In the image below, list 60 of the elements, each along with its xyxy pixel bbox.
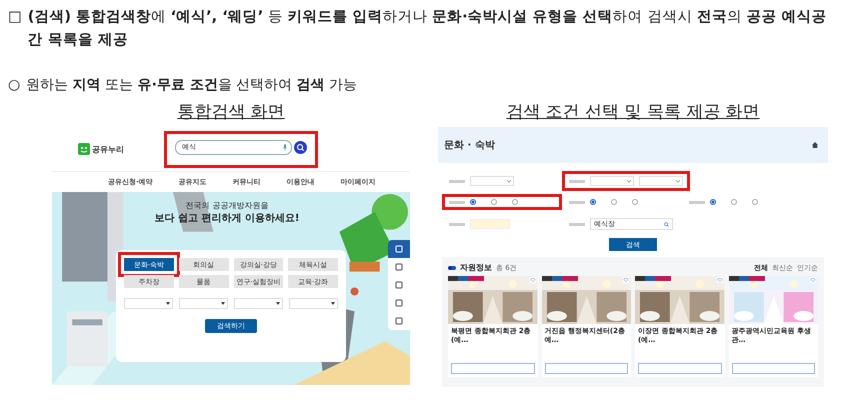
field-label bbox=[569, 200, 585, 204]
menu-icon bbox=[395, 281, 403, 289]
field-label bbox=[449, 200, 465, 204]
caret-icon bbox=[331, 302, 335, 305]
reserve-button[interactable] bbox=[638, 363, 722, 374]
page-title: 문화 · 숙박 bbox=[444, 139, 495, 152]
radio-button[interactable] bbox=[491, 199, 497, 205]
logo-text: 공유누리 bbox=[92, 144, 124, 154]
search-icon bbox=[664, 222, 669, 226]
logo-icon bbox=[78, 143, 90, 155]
caret-icon bbox=[166, 302, 170, 305]
field-label bbox=[449, 222, 465, 226]
menu-icon bbox=[395, 245, 403, 253]
caret-icon bbox=[627, 180, 631, 182]
menu-icon bbox=[395, 299, 403, 307]
radio-button[interactable] bbox=[632, 199, 638, 205]
dropdown[interactable] bbox=[590, 176, 634, 186]
point-text: 원하는 지역 또는 유·무료 조건을 선택하여 검색 가능 bbox=[26, 76, 358, 95]
section-title: 자원정보 bbox=[460, 262, 492, 273]
dropdown[interactable] bbox=[124, 298, 173, 309]
headline: 보다 쉽고 편리하게 이용하세요! bbox=[153, 212, 300, 225]
radio-button[interactable] bbox=[590, 199, 596, 205]
radio-button[interactable] bbox=[512, 199, 518, 205]
dropdown[interactable] bbox=[470, 176, 514, 186]
radio-button[interactable] bbox=[470, 199, 476, 205]
dropdown[interactable] bbox=[639, 176, 683, 186]
reserve-button[interactable] bbox=[451, 363, 534, 374]
radio-button[interactable] bbox=[710, 199, 716, 205]
menu-icon bbox=[395, 263, 403, 271]
field-label bbox=[449, 180, 465, 182]
heart-icon[interactable] bbox=[810, 277, 816, 283]
field-label bbox=[569, 180, 585, 182]
heart-icon[interactable] bbox=[623, 277, 629, 283]
caret-icon bbox=[276, 302, 280, 305]
headline: 전국의 공공개방자원을 bbox=[184, 200, 270, 211]
field-label bbox=[689, 200, 705, 204]
radio-button[interactable] bbox=[752, 199, 758, 205]
home-icon[interactable] bbox=[812, 142, 818, 148]
field-label bbox=[569, 222, 585, 226]
toggle-icon bbox=[448, 266, 456, 270]
radio-button[interactable] bbox=[611, 199, 617, 205]
statement-text: (검색) 통합검색창에 ‘예식’, ‘웨딩’ 등 키워드를 입력하거나 문화·숙박시설 유형을 선택하여 검색시 전국의 공공 예식공간 목록을 제공 bbox=[28, 8, 828, 50]
date-field[interactable] bbox=[470, 219, 510, 229]
search-icon[interactable] bbox=[294, 140, 307, 154]
dropdown[interactable] bbox=[179, 298, 228, 309]
side-menu-item[interactable] bbox=[388, 240, 410, 258]
caret-icon bbox=[676, 180, 680, 182]
dropdown[interactable] bbox=[234, 298, 283, 309]
caret-icon bbox=[221, 302, 225, 305]
bullet: ○ bbox=[8, 76, 20, 95]
reserve-button[interactable] bbox=[544, 363, 628, 374]
caption: 검색 조건 선택 및 목록 제공 화면 bbox=[506, 101, 760, 123]
radio-button[interactable] bbox=[731, 199, 737, 205]
microphone-icon[interactable] bbox=[283, 144, 287, 150]
bullet: □ bbox=[8, 8, 22, 27]
menu-icon bbox=[395, 317, 403, 325]
dropdown[interactable] bbox=[289, 298, 338, 309]
reserve-button[interactable] bbox=[732, 363, 815, 374]
caption: 통합검색 화면 bbox=[177, 101, 285, 123]
caret-icon bbox=[507, 180, 511, 182]
